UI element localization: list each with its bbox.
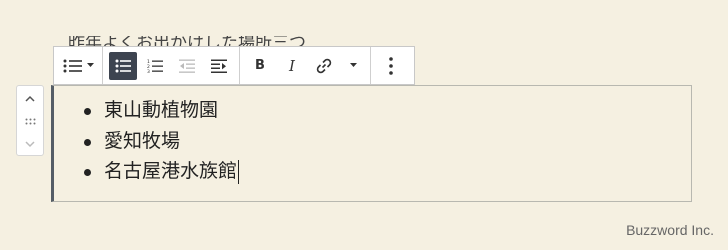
outdent-button[interactable] [173, 52, 201, 80]
move-up-button[interactable] [17, 87, 43, 109]
ordered-list-button[interactable]: 1 2 3 [141, 52, 169, 80]
ordered-list-icon: 1 2 3 [147, 59, 163, 73]
list-item[interactable]: 東山動植物園 [84, 95, 239, 126]
link-button[interactable] [310, 52, 338, 80]
bullet-icon [84, 108, 91, 115]
block-type-group [54, 47, 103, 84]
block-type-switcher[interactable] [60, 52, 96, 80]
italic-button[interactable]: I [278, 52, 306, 80]
list-item-text: 東山動植物園 [104, 99, 219, 121]
outdent-icon [179, 59, 195, 73]
text-cursor [238, 159, 240, 184]
list-item[interactable]: 名古屋港水族館 [84, 156, 240, 187]
bold-button[interactable]: B [246, 52, 274, 80]
more-caret-icon [349, 63, 357, 67]
italic-icon: I [289, 56, 295, 75]
list-block-icon [63, 59, 82, 72]
more-options-button[interactable] [377, 52, 405, 80]
options-group [371, 47, 411, 84]
dropdown-caret-icon [86, 63, 94, 67]
block-toolbar: 1 2 3 B I [53, 46, 415, 85]
link-icon [316, 58, 332, 73]
bullet-icon [84, 138, 91, 146]
more-options-icon [389, 56, 393, 75]
list-item[interactable]: 愛知牧場 [84, 126, 239, 157]
block-mover [16, 85, 44, 156]
chevron-down-icon [25, 140, 35, 147]
indent-button[interactable] [205, 52, 233, 80]
indent-icon [211, 59, 227, 73]
list-block[interactable]: 東山動植物園 愛知牧場 名古屋港水族館 [51, 85, 692, 202]
unordered-list-button[interactable] [109, 51, 137, 80]
credit-watermark: Buzzword Inc. [626, 222, 714, 238]
list-item-text: 愛知牧場 [104, 129, 181, 152]
more-formats-button[interactable] [342, 52, 364, 80]
chevron-up-icon [25, 95, 35, 102]
bulleted-list: 東山動植物園 愛知牧場 名古屋港水族館 [84, 95, 240, 187]
bullet-icon [84, 169, 91, 176]
bold-icon: B [255, 58, 265, 73]
list-format-group: 1 2 3 [103, 47, 240, 84]
move-down-button[interactable] [17, 133, 43, 155]
unordered-list-icon [115, 59, 131, 72]
drag-handle[interactable] [17, 110, 43, 132]
drag-handle-icon [25, 118, 35, 124]
list-item-text: 名古屋港水族館 [104, 160, 238, 182]
svg-text:3: 3 [147, 69, 150, 73]
inline-format-group: B I [240, 47, 371, 84]
